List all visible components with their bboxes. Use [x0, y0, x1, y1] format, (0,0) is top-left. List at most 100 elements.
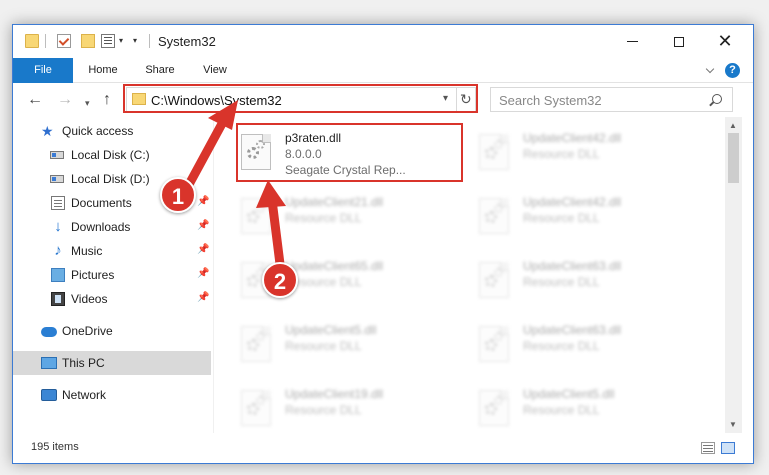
sidebar-item-pictures[interactable]: Pictures 📌 — [13, 263, 211, 287]
file-name: UpdateClient63.dll — [523, 259, 622, 273]
forward-arrow-icon[interactable]: → — [57, 92, 73, 108]
sidebar-item-label: OneDrive — [62, 324, 113, 338]
minimize-button[interactable] — [609, 25, 655, 58]
sidebar-item-label: Network — [62, 388, 107, 402]
file-tile[interactable]: UpdateClient21.dll Resource DLL — [225, 187, 453, 245]
file-name: p3raten.dll — [285, 131, 342, 145]
file-name: UpdateClient42.dll — [523, 131, 622, 145]
pin-icon[interactable]: 📌 — [197, 220, 209, 231]
tab-view[interactable]: View — [195, 58, 235, 83]
dll-file-icon — [241, 198, 271, 234]
status-bar: 195 items — [13, 433, 753, 463]
dll-file-icon — [479, 134, 509, 170]
address-bar[interactable]: C:\Windows\System32 ▾ ↻ — [126, 87, 476, 112]
file-list: p3raten.dll 8.0.0.0 Seagate Crystal Rep.… — [225, 117, 725, 433]
file-description: Seagate Crystal Rep... — [285, 163, 406, 177]
dll-file-icon — [241, 134, 271, 170]
customize-toolbar-icon[interactable]: ▾ — [133, 36, 137, 45]
file-tile[interactable]: UpdateClient5.dll Resource DLL — [463, 379, 691, 437]
file-description: Resource DLL — [523, 147, 600, 161]
tiles-view-icon[interactable] — [721, 442, 735, 454]
maximize-icon — [674, 36, 684, 47]
file-tile[interactable]: UpdateClient19.dll Resource DLL — [225, 379, 453, 437]
cloud-icon — [41, 327, 57, 337]
pin-icon[interactable]: 📌 — [197, 196, 209, 207]
navigation-pane: ★ Quick access Local Disk (C:) Local Dis… — [13, 117, 213, 433]
navigation-bar: ← → ▾ ↑ C:\Windows\System32 ▾ ↻ Search S… — [13, 83, 753, 117]
scroll-thumb[interactable] — [728, 133, 739, 183]
pictures-icon — [51, 268, 65, 282]
sidebar-item-quick-access[interactable]: ★ Quick access — [13, 119, 211, 143]
pin-icon[interactable]: 📌 — [197, 244, 209, 255]
address-folder-icon — [132, 93, 146, 105]
pin-icon[interactable]: 📌 — [197, 268, 209, 279]
tab-home[interactable]: Home — [79, 58, 127, 83]
file-description: Resource DLL — [523, 275, 600, 289]
refresh-icon[interactable]: ↻ — [460, 91, 472, 108]
sidebar-item-local-disk-c[interactable]: Local Disk (C:) — [13, 143, 211, 167]
sidebar-item-label: Local Disk (C:) — [71, 148, 150, 162]
tab-file[interactable]: File — [13, 58, 73, 83]
vertical-scrollbar[interactable]: ▲ ▼ — [725, 117, 742, 433]
maximize-button[interactable] — [656, 25, 702, 58]
documents-icon — [51, 196, 65, 210]
sidebar-item-this-pc[interactable]: This PC — [13, 351, 211, 375]
network-icon — [41, 389, 57, 401]
details-view-icon[interactable] — [701, 442, 715, 454]
close-icon: ✕ — [717, 31, 733, 51]
file-tile[interactable]: UpdateClient42.dll Resource DLL — [463, 187, 691, 245]
sidebar-item-music[interactable]: ♪ Music 📌 — [13, 239, 211, 263]
file-description: Resource DLL — [523, 211, 600, 225]
pin-icon[interactable]: 📌 — [197, 292, 209, 303]
sidebar-item-downloads[interactable]: ↓ Downloads 📌 — [13, 215, 211, 239]
file-tile-p3raten[interactable]: p3raten.dll 8.0.0.0 Seagate Crystal Rep.… — [225, 123, 453, 181]
star-icon: ★ — [41, 123, 54, 139]
quick-access-toolbar-icon[interactable] — [101, 34, 115, 48]
sidebar-item-label: Quick access — [62, 124, 134, 138]
up-arrow-icon[interactable]: ↑ — [103, 92, 111, 108]
sidebar-item-label: Documents — [71, 196, 132, 210]
dll-file-icon — [479, 198, 509, 234]
file-name: UpdateClient5.dll — [285, 323, 377, 337]
search-icon[interactable] — [712, 94, 722, 104]
properties-check-icon[interactable] — [57, 34, 71, 48]
explorer-window: ▾ ▾ System32 ✕ File Home Share View ? ← … — [12, 24, 754, 464]
sidebar-item-label: This PC — [62, 356, 105, 370]
toolbar-dropdown-icon[interactable]: ▾ — [119, 36, 123, 45]
title-separator-2 — [149, 34, 150, 48]
file-description: Resource DLL — [523, 403, 600, 417]
file-tile[interactable]: UpdateClient63.dll Resource DLL — [463, 251, 691, 309]
music-icon: ♪ — [54, 242, 62, 259]
sidebar-item-label: Music — [71, 244, 103, 258]
file-tile[interactable]: UpdateClient42.dll Resource DLL — [463, 123, 691, 181]
pc-icon — [41, 357, 57, 369]
file-name: UpdateClient63.dll — [523, 323, 622, 337]
file-tile[interactable]: UpdateClient63.dll Resource DLL — [463, 315, 691, 373]
recent-locations-chevron-icon[interactable]: ▾ — [85, 95, 90, 111]
expand-ribbon-chevron-icon[interactable] — [705, 64, 715, 74]
sidebar-item-videos[interactable]: Videos 📌 — [13, 287, 211, 311]
sidebar-item-network[interactable]: Network — [13, 383, 211, 407]
sidebar-item-label: Local Disk (D:) — [71, 172, 150, 186]
file-tile[interactable]: UpdateClient65.dll Resource DLL — [225, 251, 453, 309]
address-path[interactable]: C:\Windows\System32 — [151, 93, 282, 108]
address-dropdown-icon[interactable]: ▾ — [443, 93, 448, 104]
tab-share[interactable]: Share — [137, 58, 183, 83]
file-tile[interactable]: UpdateClient5.dll Resource DLL — [225, 315, 453, 373]
pane-divider[interactable] — [213, 117, 214, 433]
file-name: UpdateClient42.dll — [523, 195, 622, 209]
ribbon-tabs: File Home Share View ? — [13, 58, 753, 83]
close-button[interactable]: ✕ — [702, 25, 748, 58]
file-description: Resource DLL — [285, 339, 362, 353]
help-icon[interactable]: ? — [725, 63, 740, 78]
dll-file-icon — [479, 262, 509, 298]
search-box[interactable]: Search System32 — [490, 87, 733, 112]
file-name: UpdateClient19.dll — [285, 387, 384, 401]
sidebar-item-label: Downloads — [71, 220, 131, 234]
scroll-down-icon[interactable]: ▼ — [729, 420, 737, 429]
sidebar-item-onedrive[interactable]: OneDrive — [13, 319, 211, 343]
new-folder-icon[interactable] — [81, 34, 95, 48]
search-input[interactable]: Search System32 — [499, 93, 602, 108]
scroll-up-icon[interactable]: ▲ — [729, 121, 737, 130]
back-arrow-icon[interactable]: ← — [27, 92, 43, 108]
